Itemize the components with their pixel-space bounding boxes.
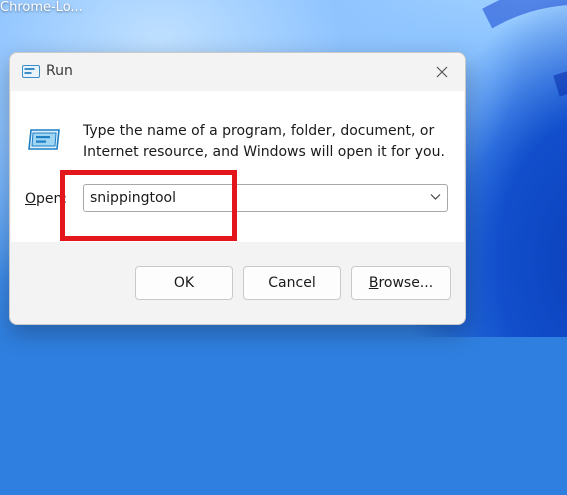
open-label: Open: xyxy=(25,191,67,207)
ok-button[interactable]: OK xyxy=(135,266,233,300)
open-combobox[interactable] xyxy=(83,184,448,212)
open-label-text: pen: xyxy=(36,191,68,207)
browse-button[interactable]: Browse... xyxy=(351,266,451,300)
close-icon xyxy=(436,66,448,78)
browse-label-text: rowse... xyxy=(378,275,434,291)
dialog-content: Type the name of a program, folder, docu… xyxy=(11,91,464,242)
run-program-icon xyxy=(28,129,60,150)
desktop-shortcut-label[interactable]: Chrome-Lo... xyxy=(0,0,83,15)
dialog-title: Run xyxy=(46,63,73,79)
browse-accelerator: B xyxy=(368,275,379,291)
open-input[interactable] xyxy=(90,185,410,211)
dialog-description: Type the name of a program, folder, docu… xyxy=(83,123,445,160)
run-dialog: Run Type the name of a program, folder, … xyxy=(9,52,466,325)
cancel-button[interactable]: Cancel xyxy=(243,266,341,300)
chevron-down-icon[interactable] xyxy=(430,193,441,201)
run-icon xyxy=(22,65,40,78)
title-bar[interactable]: Run xyxy=(10,53,465,91)
close-button[interactable] xyxy=(419,53,465,91)
open-label-accelerator: O xyxy=(25,191,37,207)
